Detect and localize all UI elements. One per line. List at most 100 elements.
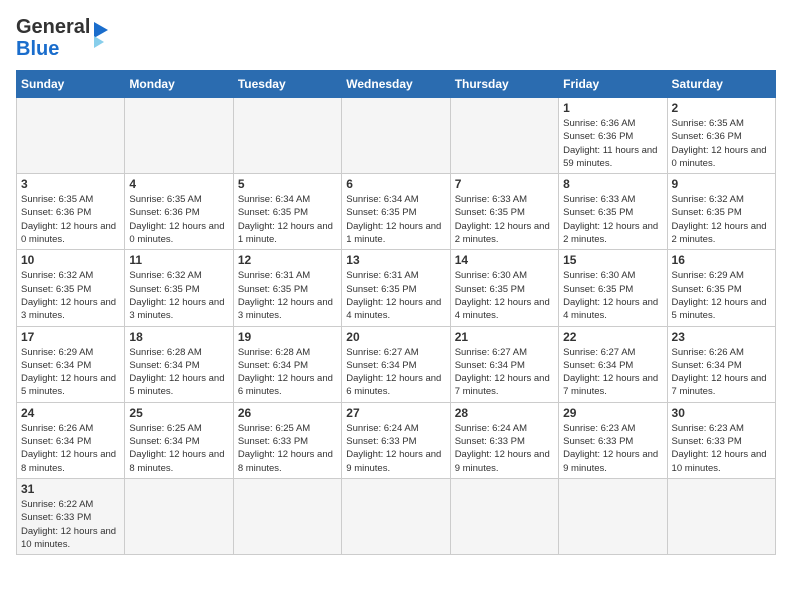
column-header-saturday: Saturday <box>667 71 775 98</box>
calendar-cell: 29 Sunrise: 6:23 AM Sunset: 6:33 PM Dayli… <box>559 402 667 478</box>
day-info: Sunrise: 6:33 AM Sunset: 6:35 PM Dayligh… <box>455 193 554 246</box>
day-info: Sunrise: 6:35 AM Sunset: 6:36 PM Dayligh… <box>21 193 120 246</box>
calendar-cell <box>342 98 450 174</box>
calendar-cell <box>450 478 558 554</box>
day-info: Sunrise: 6:23 AM Sunset: 6:33 PM Dayligh… <box>563 422 662 475</box>
day-number: 19 <box>238 330 337 344</box>
calendar-cell <box>450 98 558 174</box>
calendar-cell <box>233 98 341 174</box>
calendar-cell: 10Sunrise: 6:32 AM Sunset: 6:35 PM Dayli… <box>17 250 125 326</box>
calendar-cell: 4Sunrise: 6:35 AM Sunset: 6:36 PM Daylig… <box>125 174 233 250</box>
calendar-cell <box>125 478 233 554</box>
day-number: 29 <box>563 406 662 420</box>
column-header-thursday: Thursday <box>450 71 558 98</box>
page-header: GeneralBlue <box>16 16 776 60</box>
calendar-cell: 17 Sunrise: 6:29 AM Sunset: 6:34 PM Dayli… <box>17 326 125 402</box>
calendar-cell: 12Sunrise: 6:31 AM Sunset: 6:35 PM Dayli… <box>233 250 341 326</box>
calendar-cell: 16 Sunrise: 6:29 AM Sunset: 6:35 PM Dayli… <box>667 250 775 326</box>
calendar-cell: 5 Sunrise: 6:34 AM Sunset: 6:35 PM Daylig… <box>233 174 341 250</box>
day-info: Sunrise: 6:23 AM Sunset: 6:33 PM Dayligh… <box>672 422 771 475</box>
day-info: Sunrise: 6:25 AM Sunset: 6:34 PM Dayligh… <box>129 422 228 475</box>
calendar-cell: 28 Sunrise: 6:24 AM Sunset: 6:33 PM Dayli… <box>450 402 558 478</box>
day-number: 17 <box>21 330 120 344</box>
logo-blue-text: Blue <box>16 38 90 60</box>
calendar-cell: 15 Sunrise: 6:30 AM Sunset: 6:35 PM Dayli… <box>559 250 667 326</box>
day-info: Sunrise: 6:30 AM Sunset: 6:35 PM Dayligh… <box>563 269 662 322</box>
day-info: Sunrise: 6:31 AM Sunset: 6:35 PM Dayligh… <box>238 269 337 322</box>
calendar-cell: 13 Sunrise: 6:31 AM Sunset: 6:35 PM Dayli… <box>342 250 450 326</box>
logo: GeneralBlue <box>16 16 112 60</box>
calendar-week-row: 17 Sunrise: 6:29 AM Sunset: 6:34 PM Dayli… <box>17 326 776 402</box>
day-number: 5 <box>238 177 337 191</box>
day-number: 7 <box>455 177 554 191</box>
day-info: Sunrise: 6:32 AM Sunset: 6:35 PM Dayligh… <box>21 269 120 322</box>
day-number: 15 <box>563 253 662 267</box>
calendar-cell <box>667 478 775 554</box>
day-info: Sunrise: 6:27 AM Sunset: 6:34 PM Dayligh… <box>563 346 662 399</box>
day-info: Sunrise: 6:26 AM Sunset: 6:34 PM Dayligh… <box>21 422 120 475</box>
calendar-cell: 22Sunrise: 6:27 AM Sunset: 6:34 PM Dayli… <box>559 326 667 402</box>
day-info: Sunrise: 6:24 AM Sunset: 6:33 PM Dayligh… <box>455 422 554 475</box>
column-header-wednesday: Wednesday <box>342 71 450 98</box>
calendar-cell <box>17 98 125 174</box>
calendar-week-row: 24 Sunrise: 6:26 AM Sunset: 6:34 PM Dayli… <box>17 402 776 478</box>
day-info: Sunrise: 6:24 AM Sunset: 6:33 PM Dayligh… <box>346 422 445 475</box>
calendar-cell <box>233 478 341 554</box>
day-number: 9 <box>672 177 771 191</box>
day-number: 27 <box>346 406 445 420</box>
column-header-friday: Friday <box>559 71 667 98</box>
day-info: Sunrise: 6:29 AM Sunset: 6:35 PM Dayligh… <box>672 269 771 322</box>
calendar-cell: 7 Sunrise: 6:33 AM Sunset: 6:35 PM Daylig… <box>450 174 558 250</box>
day-info: Sunrise: 6:30 AM Sunset: 6:35 PM Dayligh… <box>455 269 554 322</box>
calendar-cell: 31Sunrise: 6:22 AM Sunset: 6:33 PM Dayli… <box>17 478 125 554</box>
day-number: 20 <box>346 330 445 344</box>
day-info: Sunrise: 6:35 AM Sunset: 6:36 PM Dayligh… <box>129 193 228 246</box>
day-info: Sunrise: 6:32 AM Sunset: 6:35 PM Dayligh… <box>672 193 771 246</box>
day-number: 21 <box>455 330 554 344</box>
day-info: Sunrise: 6:25 AM Sunset: 6:33 PM Dayligh… <box>238 422 337 475</box>
calendar-cell: 9 Sunrise: 6:32 AM Sunset: 6:35 PM Daylig… <box>667 174 775 250</box>
calendar-cell <box>342 478 450 554</box>
calendar-cell: 24 Sunrise: 6:26 AM Sunset: 6:34 PM Dayli… <box>17 402 125 478</box>
day-info: Sunrise: 6:34 AM Sunset: 6:35 PM Dayligh… <box>346 193 445 246</box>
day-info: Sunrise: 6:22 AM Sunset: 6:33 PM Dayligh… <box>21 498 120 551</box>
day-number: 23 <box>672 330 771 344</box>
calendar-header-row: SundayMondayTuesdayWednesdayThursdayFrid… <box>17 71 776 98</box>
day-info: Sunrise: 6:31 AM Sunset: 6:35 PM Dayligh… <box>346 269 445 322</box>
calendar-week-row: 1Sunrise: 6:36 AM Sunset: 6:36 PM Daylig… <box>17 98 776 174</box>
day-info: Sunrise: 6:27 AM Sunset: 6:34 PM Dayligh… <box>346 346 445 399</box>
day-info: Sunrise: 6:26 AM Sunset: 6:34 PM Dayligh… <box>672 346 771 399</box>
calendar-cell: 27 Sunrise: 6:24 AM Sunset: 6:33 PM Dayli… <box>342 402 450 478</box>
day-number: 3 <box>21 177 120 191</box>
calendar-cell: 11Sunrise: 6:32 AM Sunset: 6:35 PM Dayli… <box>125 250 233 326</box>
day-number: 26 <box>238 406 337 420</box>
column-header-tuesday: Tuesday <box>233 71 341 98</box>
day-info: Sunrise: 6:36 AM Sunset: 6:36 PM Dayligh… <box>563 117 662 170</box>
day-number: 14 <box>455 253 554 267</box>
day-info: Sunrise: 6:27 AM Sunset: 6:34 PM Dayligh… <box>455 346 554 399</box>
day-info: Sunrise: 6:34 AM Sunset: 6:35 PM Dayligh… <box>238 193 337 246</box>
calendar-cell: 6Sunrise: 6:34 AM Sunset: 6:35 PM Daylig… <box>342 174 450 250</box>
calendar-cell <box>125 98 233 174</box>
calendar-cell: 26 Sunrise: 6:25 AM Sunset: 6:33 PM Dayli… <box>233 402 341 478</box>
day-number: 28 <box>455 406 554 420</box>
calendar-cell: 25Sunrise: 6:25 AM Sunset: 6:34 PM Dayli… <box>125 402 233 478</box>
calendar-cell: 18Sunrise: 6:28 AM Sunset: 6:34 PM Dayli… <box>125 326 233 402</box>
day-info: Sunrise: 6:29 AM Sunset: 6:34 PM Dayligh… <box>21 346 120 399</box>
day-info: Sunrise: 6:28 AM Sunset: 6:34 PM Dayligh… <box>238 346 337 399</box>
calendar-cell: 14 Sunrise: 6:30 AM Sunset: 6:35 PM Dayli… <box>450 250 558 326</box>
calendar-week-row: 31Sunrise: 6:22 AM Sunset: 6:33 PM Dayli… <box>17 478 776 554</box>
day-number: 11 <box>129 253 228 267</box>
calendar-cell: 3 Sunrise: 6:35 AM Sunset: 6:36 PM Daylig… <box>17 174 125 250</box>
calendar-cell: 20 Sunrise: 6:27 AM Sunset: 6:34 PM Dayli… <box>342 326 450 402</box>
day-number: 24 <box>21 406 120 420</box>
calendar-cell <box>559 478 667 554</box>
calendar-table: SundayMondayTuesdayWednesdayThursdayFrid… <box>16 70 776 555</box>
column-header-sunday: Sunday <box>17 71 125 98</box>
calendar-cell: 19 Sunrise: 6:28 AM Sunset: 6:34 PM Dayli… <box>233 326 341 402</box>
day-number: 16 <box>672 253 771 267</box>
day-info: Sunrise: 6:35 AM Sunset: 6:36 PM Dayligh… <box>672 117 771 170</box>
day-number: 13 <box>346 253 445 267</box>
day-info: Sunrise: 6:28 AM Sunset: 6:34 PM Dayligh… <box>129 346 228 399</box>
calendar-cell: 21 Sunrise: 6:27 AM Sunset: 6:34 PM Dayli… <box>450 326 558 402</box>
